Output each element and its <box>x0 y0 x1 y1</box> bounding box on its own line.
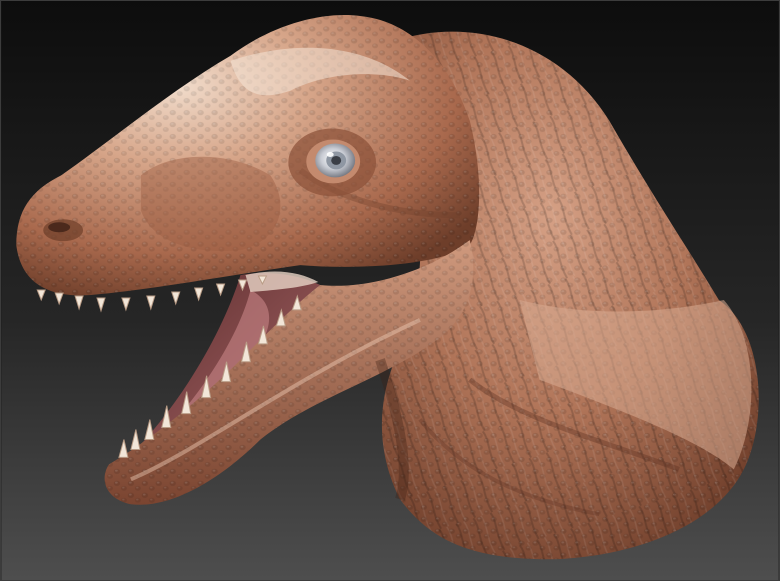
sculpt-viewport[interactable] <box>0 0 780 581</box>
dinosaur-sculpt-render <box>1 1 779 580</box>
eye-icon <box>288 128 377 197</box>
